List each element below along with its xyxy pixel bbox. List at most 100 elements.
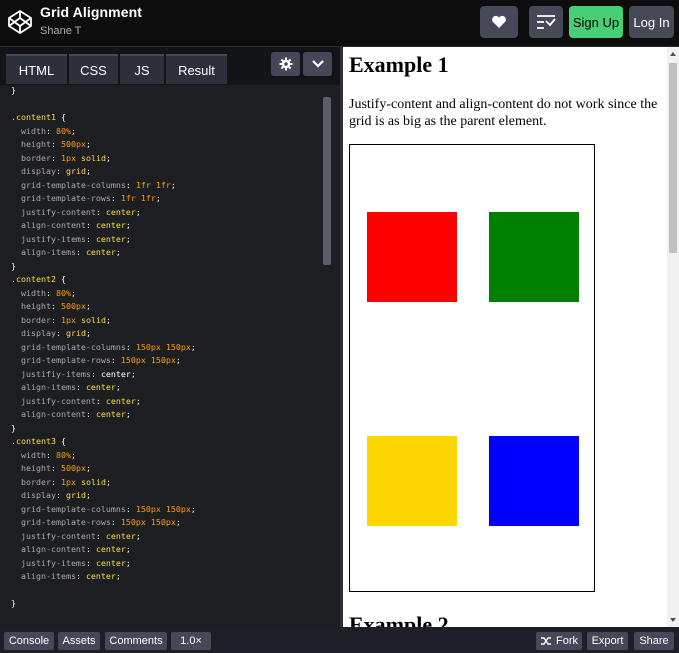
code-line: .content3 { <box>11 435 66 447</box>
editor-tabbar: HTML CSS JS Result <box>0 47 340 85</box>
scroll-up-arrow-icon[interactable] <box>670 52 676 56</box>
code-token: : <box>125 179 136 190</box>
scroll-down-arrow-icon[interactable] <box>670 618 676 622</box>
code-token: ; <box>105 314 111 325</box>
code-token: align-content <box>11 544 86 554</box>
code-token: align-content <box>11 409 86 419</box>
code-token: 1fr 1fr <box>120 193 156 203</box>
signup-button[interactable]: Sign Up <box>569 6 623 38</box>
zoom-button[interactable]: 1.0× <box>171 632 211 650</box>
code-token: 1px <box>60 476 76 487</box>
code-line: grid-template-rows: 150px 150px; <box>11 354 181 366</box>
code-token: ; <box>85 139 91 149</box>
code-text-area[interactable]: } .content1 { width: 80%; height: 500px; … <box>0 85 340 627</box>
code-token: display <box>11 490 56 500</box>
code-token: ; <box>130 368 136 379</box>
code-token: center <box>95 220 126 230</box>
tab-css[interactable]: CSS <box>69 54 118 84</box>
code-token: 150px 150px <box>120 355 176 365</box>
code-token: : <box>45 125 56 136</box>
code-line: border: 1px solid; <box>11 476 111 488</box>
code-line: .content2 { <box>11 273 66 285</box>
console-button[interactable]: Console <box>4 632 54 650</box>
code-token: 80% <box>55 125 71 136</box>
code-token: ; <box>115 382 121 392</box>
editor-settings-button[interactable] <box>271 52 300 76</box>
chevron-down-icon <box>311 60 324 68</box>
code-token: ; <box>175 517 181 527</box>
code-token: center <box>95 409 126 419</box>
code-line: width: 80%; <box>11 287 76 299</box>
code-line: display: grid; <box>11 165 91 177</box>
code-token: grid-template-columns <box>11 179 126 190</box>
code-line: width: 80%; <box>11 125 76 137</box>
code-editor-pane: HTML CSS JS Result} .content1 {width: … <box>0 47 340 627</box>
code-token: align-content <box>11 220 86 230</box>
code-token: height <box>11 139 51 149</box>
code-token: : <box>85 544 96 554</box>
tab-result[interactable]: Result <box>166 54 227 84</box>
code-token: : <box>50 152 61 163</box>
code-token: 1px <box>60 314 76 325</box>
code-line: justify-items: center; <box>11 233 131 245</box>
code-token: center <box>85 571 116 581</box>
login-button[interactable]: Log In <box>629 6 674 38</box>
code-token: center <box>105 530 136 541</box>
code-token: ; <box>85 490 91 500</box>
change-view-button[interactable] <box>529 6 563 38</box>
result-scrollbar-thumb[interactable] <box>669 63 677 253</box>
code-line: display: grid; <box>11 327 91 339</box>
share-button[interactable]: Share <box>634 632 674 650</box>
code-token: : <box>85 557 96 568</box>
editor-scrollbar-thumb[interactable] <box>323 97 331 265</box>
code-token: ; <box>115 571 121 581</box>
code-line: align-content: center; <box>11 408 131 420</box>
pen-author[interactable]: Shane T <box>40 25 81 37</box>
code-token: border <box>11 152 51 163</box>
code-token: 500px <box>60 463 86 473</box>
export-button[interactable]: Export <box>587 632 628 650</box>
code-token: : <box>85 409 96 419</box>
editor-options-dropdown[interactable] <box>303 52 332 76</box>
code-token: height <box>11 301 51 311</box>
code-token: width <box>11 125 46 136</box>
code-line: grid-template-rows: 150px 150px; <box>11 516 181 528</box>
code-line: grid-template-columns: 150px 150px; <box>11 341 196 353</box>
tab-html[interactable]: HTML <box>6 54 67 84</box>
code-token: : <box>95 206 106 217</box>
tab-js[interactable]: JS <box>120 54 164 84</box>
code-token: 80% <box>55 287 71 298</box>
grid-item-yellow <box>367 436 457 526</box>
code-token: { <box>55 112 66 122</box>
code-token: .content2 <box>11 274 56 284</box>
code-token: center <box>95 233 126 244</box>
code-token: ; <box>85 328 91 338</box>
code-token: : <box>45 449 56 460</box>
code-token: ; <box>135 206 141 217</box>
codepen-logo-icon[interactable] <box>6 8 34 36</box>
code-token: ; <box>175 355 181 365</box>
code-token: ; <box>70 125 76 136</box>
code-token: : <box>85 233 96 244</box>
fork-icon <box>541 637 551 645</box>
code-token: } <box>11 85 16 95</box>
result-scrollbar[interactable] <box>667 47 679 627</box>
fork-button[interactable]: Fork <box>536 632 582 650</box>
code-token: display <box>11 328 56 338</box>
code-token: : <box>110 355 121 365</box>
code-token: 150px 150px <box>135 341 191 352</box>
code-token: : <box>85 220 96 230</box>
code-token: { <box>55 436 66 446</box>
like-button[interactable] <box>480 6 518 38</box>
assets-button[interactable]: Assets <box>58 632 100 650</box>
comments-button[interactable]: Comments <box>105 632 167 650</box>
code-line: justify-content: center; <box>11 530 141 542</box>
pen-title[interactable]: Grid Alignment <box>40 4 142 20</box>
code-token: : <box>95 530 106 541</box>
code-token: } <box>11 422 16 433</box>
code-token: : <box>75 382 86 392</box>
code-line: } <box>11 422 16 434</box>
grid-item-red <box>367 212 457 302</box>
code-token: } <box>11 260 16 271</box>
code-token: : <box>55 166 66 176</box>
